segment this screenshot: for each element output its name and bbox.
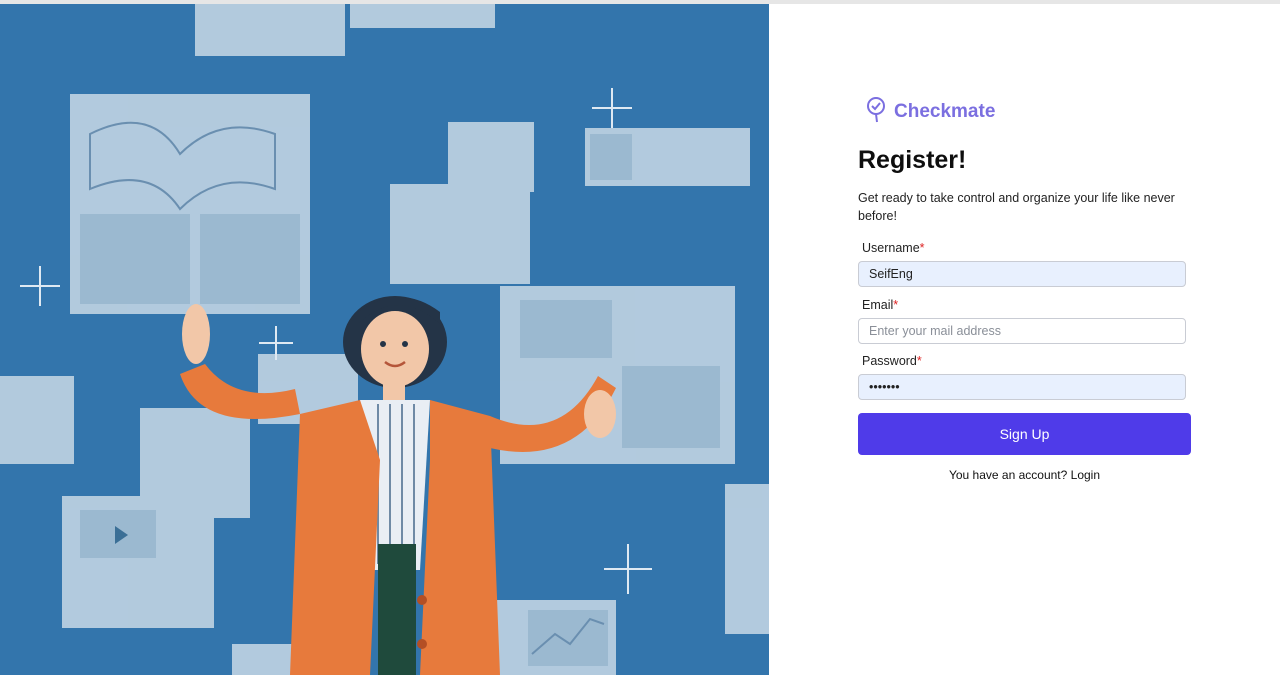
page-subtitle: Get ready to take control and organize y… bbox=[858, 191, 1175, 223]
register-panel: Checkmate Register! Get ready to take co… bbox=[858, 96, 1192, 482]
password-label: Password* bbox=[862, 354, 922, 368]
username-label-text: Username bbox=[862, 241, 920, 255]
username-label: Username* bbox=[862, 241, 925, 255]
password-field[interactable] bbox=[858, 374, 1186, 400]
email-label: Email* bbox=[862, 298, 898, 312]
brand-name: Checkmate bbox=[894, 101, 996, 122]
required-mark: * bbox=[916, 354, 922, 368]
required-mark: * bbox=[893, 298, 899, 312]
login-prompt: You have an account? Login bbox=[858, 468, 1191, 482]
pin-check-icon bbox=[864, 95, 888, 130]
login-link[interactable]: Login bbox=[1071, 468, 1100, 482]
email-label-text: Email bbox=[862, 298, 894, 312]
hero-illustration bbox=[0, 4, 769, 675]
page-title: Register! bbox=[858, 146, 967, 174]
required-mark: * bbox=[919, 241, 925, 255]
password-label-text: Password bbox=[862, 354, 917, 368]
username-field[interactable] bbox=[858, 261, 1186, 287]
login-prompt-text: You have an account? bbox=[948, 468, 1068, 482]
email-field[interactable] bbox=[858, 318, 1186, 344]
brand: Checkmate bbox=[864, 96, 1192, 128]
sign-up-button[interactable]: Sign Up bbox=[858, 413, 1191, 455]
